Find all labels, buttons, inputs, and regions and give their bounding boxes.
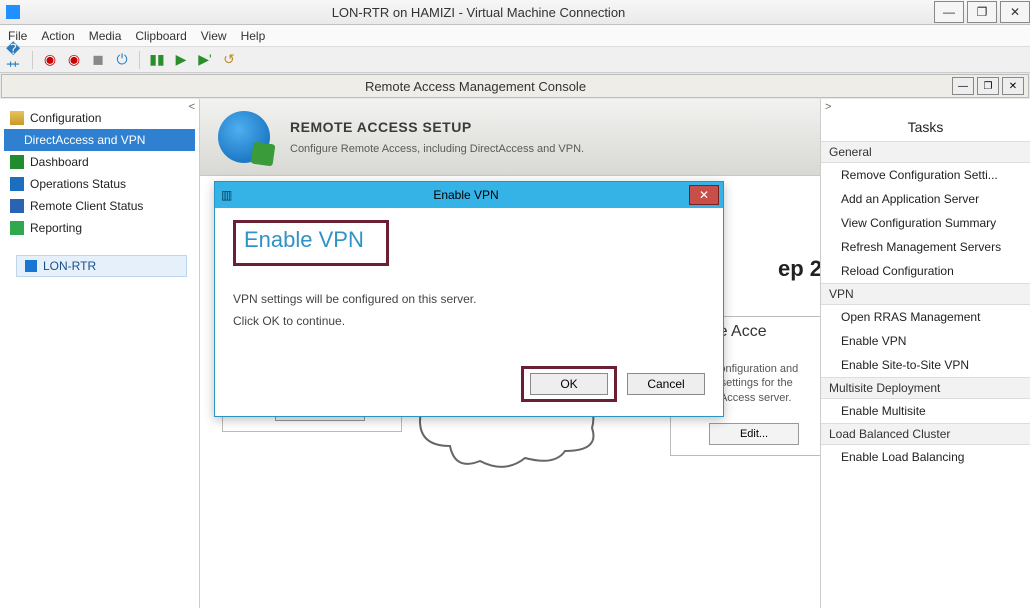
banner-title: REMOTE ACCESS SETUP [290, 119, 584, 135]
task-add-application-server[interactable]: Add an Application Server [821, 187, 1030, 211]
server-node-label: LON-RTR [43, 259, 96, 273]
task-refresh-management-servers[interactable]: Refresh Management Servers [821, 235, 1030, 259]
task-enable-site-to-site-vpn[interactable]: Enable Site-to-Site VPN [821, 353, 1030, 377]
task-remove-configuration[interactable]: Remove Configuration Setti... [821, 163, 1030, 187]
dialog-line1: VPN settings will be configured on this … [233, 292, 705, 306]
menu-view[interactable]: View [201, 29, 227, 43]
vm-close-button[interactable]: ✕ [1000, 1, 1030, 23]
dialog-heading: Enable VPN [244, 227, 364, 253]
tree-operations-status[interactable]: Operations Status [4, 173, 195, 195]
task-enable-multisite[interactable]: Enable Multisite [821, 399, 1030, 423]
vm-titlebar: LON-RTR on HAMIZI - Virtual Machine Conn… [0, 0, 1030, 25]
wrench-icon [10, 111, 24, 125]
menu-media[interactable]: Media [89, 29, 122, 43]
menu-clipboard[interactable]: Clipboard [135, 29, 186, 43]
record2-icon[interactable]: ◉ [65, 51, 83, 69]
record-icon[interactable]: ◉ [41, 51, 59, 69]
play-icon[interactable]: ▶ [172, 51, 190, 69]
task-open-rras-management[interactable]: Open RRAS Management [821, 305, 1030, 329]
ok-highlight: OK [521, 366, 617, 402]
dialog-heading-highlight: Enable VPN [233, 220, 389, 266]
server-icon [25, 260, 37, 272]
console-titlebar: Remote Access Management Console — ❐ ✕ [1, 74, 1029, 98]
right-collapse-icon[interactable]: > [821, 99, 1030, 115]
vm-title: LON-RTR on HAMIZI - Virtual Machine Conn… [26, 5, 931, 20]
banner: REMOTE ACCESS SETUP Configure Remote Acc… [200, 99, 820, 176]
console-maximize-button[interactable]: ❐ [977, 77, 999, 95]
ctrl-alt-del-icon[interactable]: �⺾ [6, 51, 24, 69]
revert-icon[interactable]: ↺ [220, 51, 238, 69]
power-icon[interactable]: ⏻ [113, 51, 131, 69]
console-close-button[interactable]: ✕ [1002, 77, 1024, 95]
dashboard-icon [10, 155, 24, 169]
main-area: < Configuration DirectAccess and VPN Das… [0, 99, 1030, 608]
globe-icon [218, 111, 270, 163]
menu-action[interactable]: Action [41, 29, 74, 43]
server-edit-button[interactable]: Edit... [709, 423, 799, 445]
cancel-button[interactable]: Cancel [627, 373, 705, 395]
tasks-section-vpn: VPN [821, 283, 1030, 305]
tree-configuration-label: Configuration [30, 111, 101, 125]
tasks-section-load-balanced: Load Balanced Cluster [821, 423, 1030, 445]
tree-item-label: Reporting [30, 221, 82, 235]
menubar: File Action Media Clipboard View Help [0, 25, 1030, 47]
vm-maximize-button[interactable]: ❐ [967, 1, 997, 23]
task-enable-vpn[interactable]: Enable VPN [821, 329, 1030, 353]
tree-item-label: Operations Status [30, 177, 126, 191]
vm-icon [6, 5, 20, 19]
tree-item-label: DirectAccess and VPN [24, 133, 145, 147]
dialog-close-button[interactable]: ✕ [689, 185, 719, 205]
menu-help[interactable]: Help [241, 29, 266, 43]
left-pane: < Configuration DirectAccess and VPN Das… [0, 99, 200, 608]
tasks-pane: > Tasks General Remove Configuration Set… [820, 99, 1030, 608]
banner-subtitle: Configure Remote Access, including Direc… [290, 143, 584, 155]
toolbar: �⺾ ◉ ◉ ◼ ⏻ ▮▮ ▶ ▶' ↺ [0, 47, 1030, 73]
task-view-configuration-summary[interactable]: View Configuration Summary [821, 211, 1030, 235]
tasks-section-general: General [821, 141, 1030, 163]
tree-dashboard[interactable]: Dashboard [4, 151, 195, 173]
task-reload-configuration[interactable]: Reload Configuration [821, 259, 1030, 283]
pause-icon[interactable]: ▮▮ [148, 51, 166, 69]
dialog-titlebar[interactable]: ▥ Enable VPN ✕ [215, 182, 723, 208]
step-label: ep 2 [778, 256, 820, 282]
tasks-section-multisite: Multisite Deployment [821, 377, 1030, 399]
console-title: Remote Access Management Console [2, 79, 949, 94]
tree-directaccess-vpn[interactable]: DirectAccess and VPN [4, 129, 195, 151]
tasks-title: Tasks [821, 115, 1030, 141]
vm-minimize-button[interactable]: — [934, 1, 964, 23]
ok-button[interactable]: OK [530, 373, 608, 395]
dialog-title: Enable VPN [243, 188, 689, 202]
tree-remote-client-status[interactable]: Remote Client Status [4, 195, 195, 217]
operations-icon [10, 177, 24, 191]
enable-vpn-dialog: ▥ Enable VPN ✕ Enable VPN VPN settings w… [214, 181, 724, 417]
monitor-icon [10, 199, 24, 213]
server-node[interactable]: LON-RTR [16, 255, 187, 277]
tree-configuration[interactable]: Configuration [4, 107, 195, 129]
console-minimize-button[interactable]: — [952, 77, 974, 95]
tree-reporting[interactable]: Reporting [4, 217, 195, 239]
left-collapse-icon[interactable]: < [189, 101, 195, 113]
stop-icon[interactable]: ◼ [89, 51, 107, 69]
task-enable-load-balancing[interactable]: Enable Load Balancing [821, 445, 1030, 469]
tree-item-label: Remote Client Status [30, 199, 143, 213]
dialog-title-icon: ▥ [221, 188, 237, 202]
tree-item-label: Dashboard [30, 155, 89, 169]
dialog-line2: Click OK to continue. [233, 314, 705, 328]
checkpoint-icon[interactable]: ▶' [196, 51, 214, 69]
center-pane: REMOTE ACCESS SETUP Configure Remote Acc… [200, 99, 820, 608]
report-icon [10, 221, 24, 235]
